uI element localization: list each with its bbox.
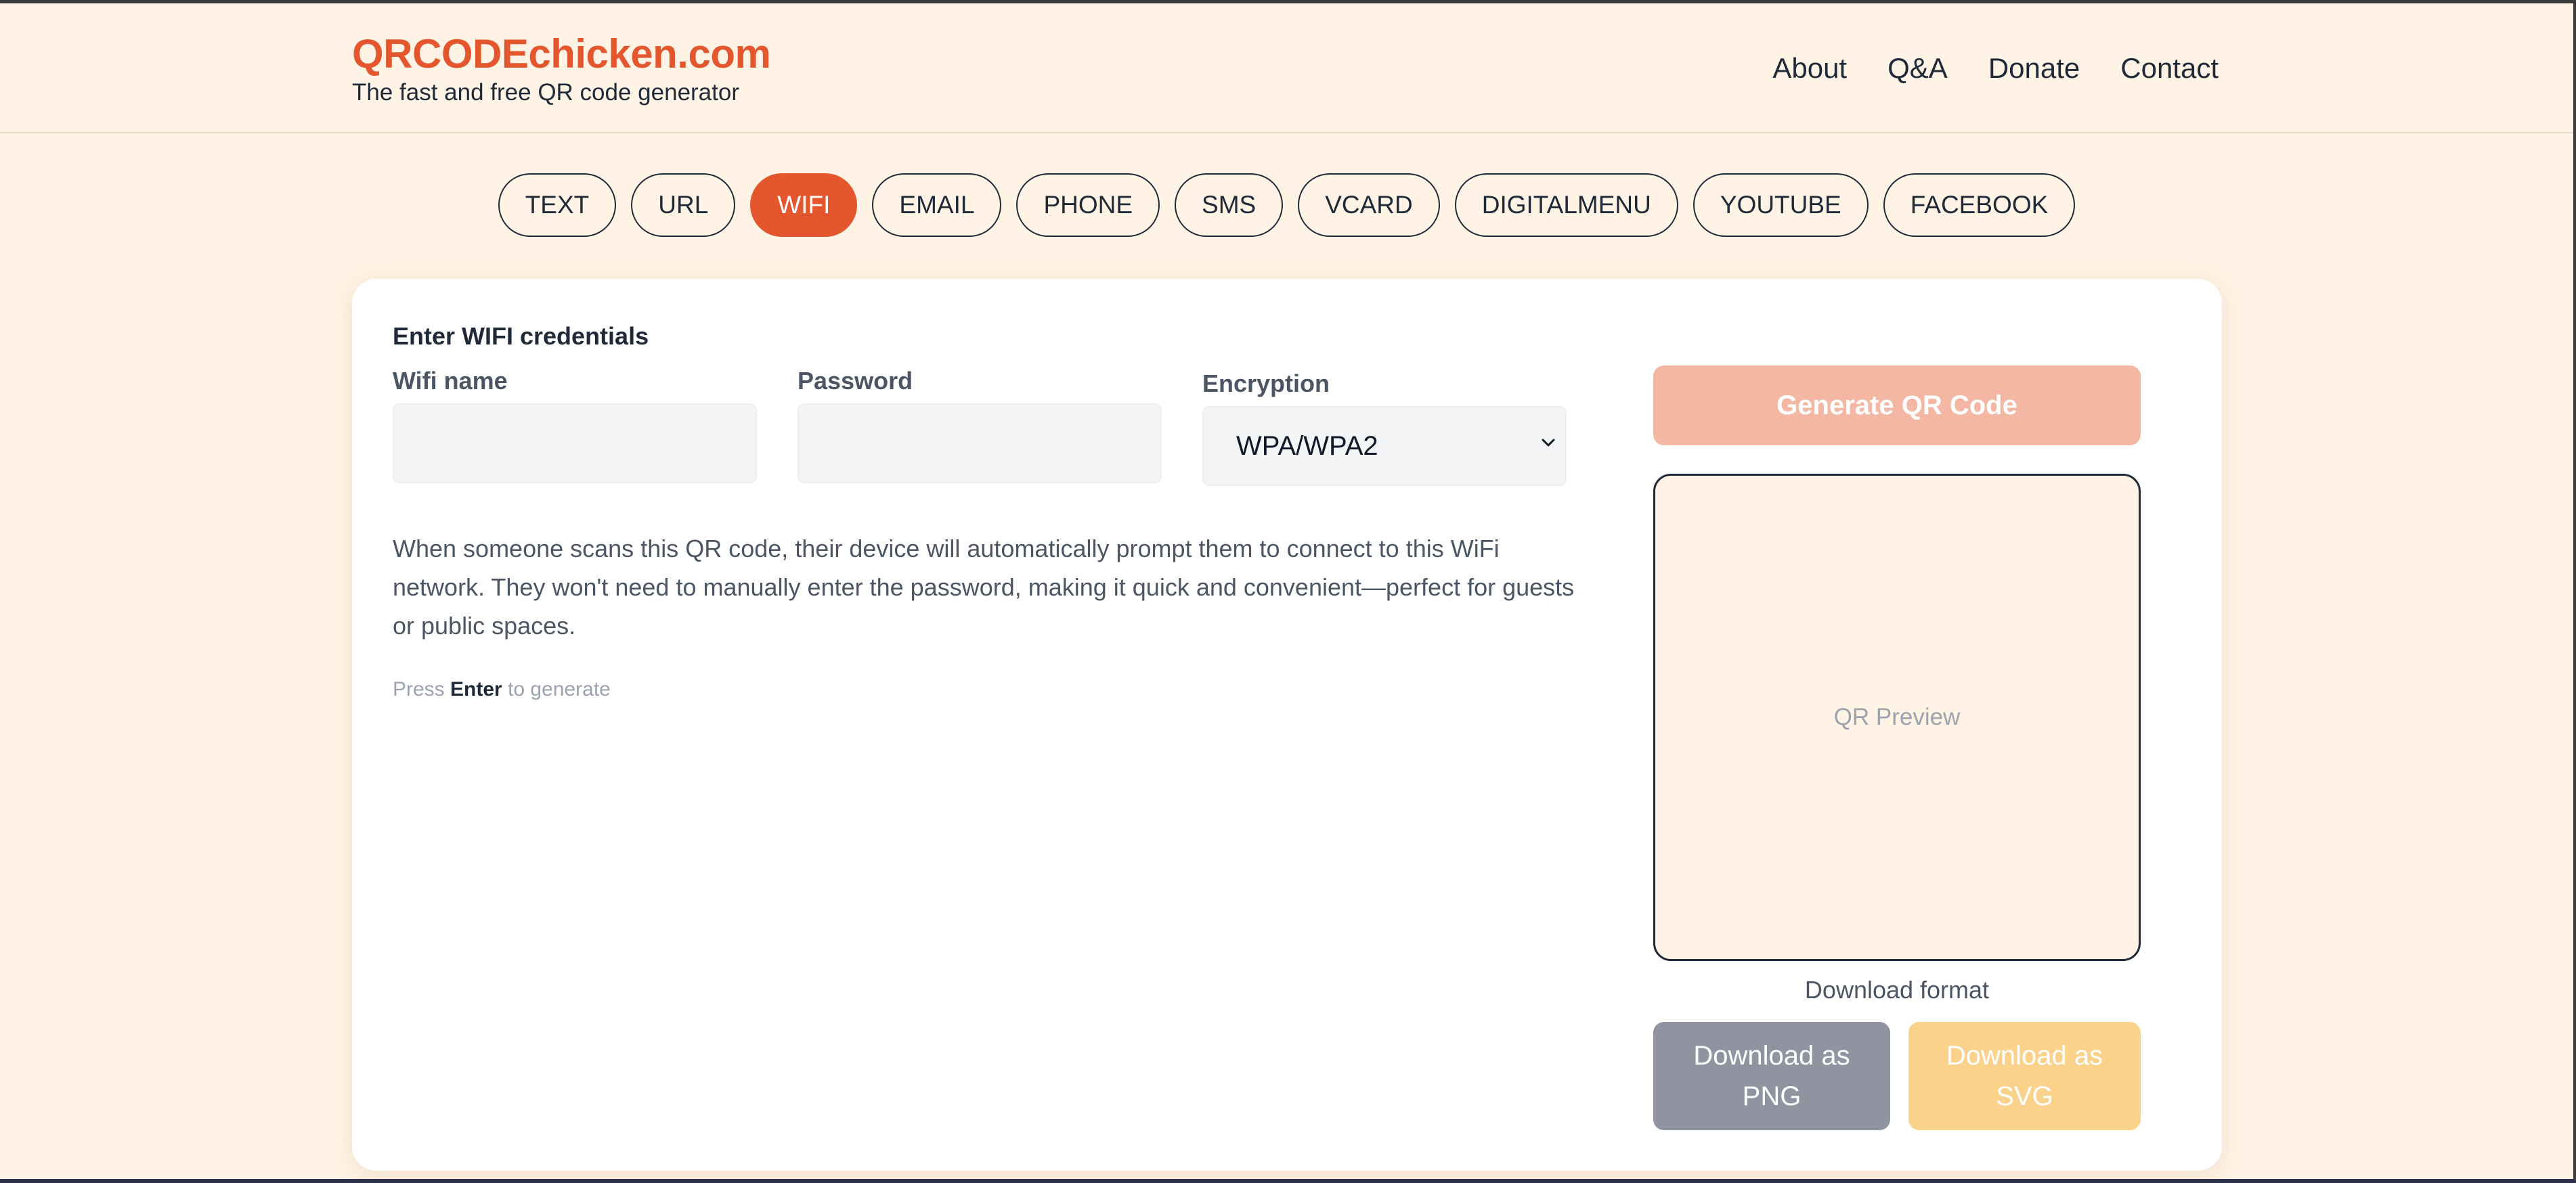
download-svg-button[interactable]: Download as SVG	[1908, 1022, 2141, 1130]
download-png-button[interactable]: Download as PNG	[1653, 1022, 1890, 1130]
hint-suffix: to generate	[508, 678, 611, 700]
hint-prefix: Press	[393, 678, 445, 700]
nav-donate[interactable]: Donate	[1988, 52, 2080, 85]
qr-type-tabs: TEXT URL WIFI EMAIL PHONE SMS VCARD DIGI…	[0, 173, 2573, 237]
nav-about[interactable]: About	[1772, 52, 1847, 85]
tab-text[interactable]: TEXT	[498, 173, 617, 237]
tab-wifi[interactable]: WIFI	[750, 173, 858, 237]
tab-email[interactable]: EMAIL	[872, 173, 1002, 237]
nav-contact[interactable]: Contact	[2120, 52, 2219, 85]
brand[interactable]: QRCODEchicken.com The fast and free QR c…	[352, 30, 771, 108]
generator-card: Enter WIFI credentials Wifi name Passwor…	[352, 279, 2222, 1171]
brand-tagline: The fast and free QR code generator	[352, 79, 739, 106]
wifi-name-field: Wifi name	[393, 367, 757, 483]
tab-url[interactable]: URL	[631, 173, 736, 237]
wifi-name-input[interactable]	[393, 403, 757, 483]
encryption-label: Encryption	[1202, 370, 1330, 397]
tab-facebook[interactable]: FACEBOOK	[1883, 173, 2076, 237]
tab-digitalmenu[interactable]: DIGITALMENU	[1454, 173, 1678, 237]
qr-preview-label: QR Preview	[1833, 704, 1961, 730]
encryption-value: WPA/WPA2	[1236, 430, 1378, 461]
brand-name[interactable]: QRCODEchicken.com	[352, 30, 771, 78]
generate-button[interactable]: Generate QR Code	[1653, 365, 2141, 445]
encryption-select[interactable]: WPA/WPA2	[1202, 406, 1567, 486]
password-label: Password	[798, 367, 913, 395]
tab-sms[interactable]: SMS	[1175, 173, 1284, 237]
chevron-down-icon	[1542, 439, 1555, 447]
hint-key: Enter	[450, 678, 502, 700]
qr-preview: QR Preview	[1653, 474, 2141, 961]
download-format-label: Download format	[1804, 976, 1990, 1004]
wifi-name-label: Wifi name	[393, 367, 508, 395]
tab-phone[interactable]: PHONE	[1016, 173, 1160, 237]
wifi-description: When someone scans this QR code, their d…	[393, 535, 1575, 640]
nav-qa[interactable]: Q&A	[1887, 52, 1948, 85]
tab-vcard[interactable]: VCARD	[1298, 173, 1440, 237]
form-title: Enter WIFI credentials	[393, 322, 649, 350]
password-field: Password	[798, 367, 1162, 483]
main-nav: About Q&A Donate Contact	[1772, 52, 2219, 85]
tab-youtube[interactable]: YOUTUBE	[1693, 173, 1869, 237]
enter-hint: Press Enter to generate	[393, 678, 611, 701]
password-input[interactable]	[798, 403, 1162, 483]
encryption-field: Encryption WPA/WPA2	[1202, 367, 1567, 486]
site-header: QRCODEchicken.com The fast and free QR c…	[0, 3, 2573, 133]
